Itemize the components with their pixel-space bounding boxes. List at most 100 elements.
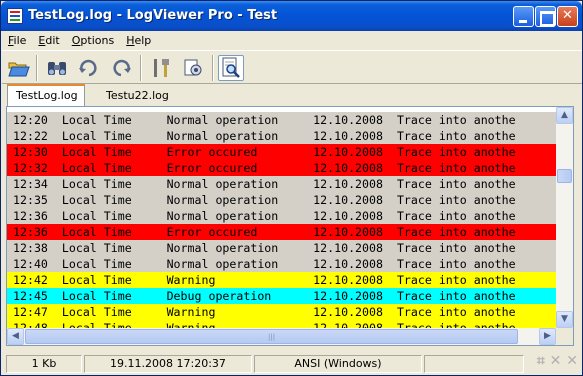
log-cell-detail: Trace into anothe xyxy=(396,193,516,207)
log-row[interactable]: 12:32 Local Time Error occured 12.10.200… xyxy=(7,160,557,176)
log-row[interactable]: 12:20 Local Time Normal operation 12.10.… xyxy=(7,112,557,128)
log-cell-message: Error occured xyxy=(166,145,314,159)
minimize-button[interactable] xyxy=(513,6,534,27)
log-cell-source: Local Time xyxy=(61,129,167,143)
log-cell-detail: Trace into anothe xyxy=(396,145,516,159)
log-cell-detail: Trace into anothe xyxy=(396,113,516,127)
log-cell-source: Local Time xyxy=(61,177,167,191)
log-cell-date: 12.10.2008 xyxy=(313,225,397,239)
properties-icon[interactable] xyxy=(180,55,206,81)
status-encoding: ANSI (Windows) xyxy=(254,355,422,373)
log-row[interactable]: 12:47 Local Time Warning 12.10.2008 Trac… xyxy=(7,304,557,320)
undo-icon[interactable] xyxy=(108,55,134,81)
status-datetime: 19.11.2008 17:20:37 xyxy=(84,355,252,373)
menu-bar: File Edit Options Help xyxy=(2,31,582,50)
log-cell-detail: Trace into anothe xyxy=(396,209,516,223)
log-cell-source: Local Time xyxy=(61,241,167,255)
window-title: TestLog.log - LogViewer Pro - Test xyxy=(28,8,278,23)
log-list: 12:20 Local Time Normal operation 12.10.… xyxy=(7,112,557,336)
scrollbar-corner xyxy=(556,328,573,345)
log-cell-date: 12.10.2008 xyxy=(313,113,397,127)
log-row[interactable]: 12:40 Local Time Normal operation 12.10.… xyxy=(7,256,557,272)
log-row[interactable]: 12:35 Local Time Normal operation 12.10.… xyxy=(7,192,557,208)
log-cell-time: 12:38 xyxy=(13,241,62,255)
close-button[interactable]: ✕ xyxy=(557,6,578,27)
log-row[interactable]: 12:30 Local Time Error occured 12.10.200… xyxy=(7,144,557,160)
log-cell-message: Normal operation xyxy=(166,193,314,207)
log-cell-message: Debug operation xyxy=(166,289,314,303)
log-cell-time: 12:36 xyxy=(13,225,62,239)
tab-testu22[interactable]: Testu22.log xyxy=(98,86,177,106)
log-cell-detail: Trace into anothe xyxy=(396,225,516,239)
log-cell-detail: Trace into anothe xyxy=(396,161,516,175)
vertical-scroll-thumb[interactable] xyxy=(557,169,572,183)
find-icon[interactable] xyxy=(218,55,244,81)
log-cell-date: 12.10.2008 xyxy=(313,305,397,319)
log-row[interactable]: 12:45 Local Time Debug operation 12.10.2… xyxy=(7,288,557,304)
maximize-button[interactable] xyxy=(535,6,556,27)
log-cell-message: Normal operation xyxy=(166,209,314,223)
log-row[interactable]: 12:36 Local Time Error occured 12.10.200… xyxy=(7,224,557,240)
refresh-icon[interactable] xyxy=(76,55,102,81)
log-cell-message: Normal operation xyxy=(166,129,314,143)
log-cell-detail: Trace into anothe xyxy=(396,305,516,319)
log-cell-date: 12.10.2008 xyxy=(313,209,397,223)
vertical-scrollbar[interactable]: ▲ ▼ xyxy=(556,107,573,328)
log-cell-time: 12:45 xyxy=(13,289,62,303)
tools-icon[interactable] xyxy=(148,55,174,81)
scroll-left-button[interactable]: ◀ xyxy=(7,328,24,345)
log-cell-source: Local Time xyxy=(61,145,167,159)
scroll-up-button[interactable]: ▲ xyxy=(556,107,573,124)
log-cell-source: Local Time xyxy=(61,257,167,271)
log-cell-time: 12:30 xyxy=(13,145,62,159)
log-cell-detail: Trace into anothe xyxy=(396,273,516,287)
log-cell-detail: Trace into anothe xyxy=(396,257,516,271)
status-bar: 1 Kb 19.11.2008 17:20:37 ANSI (Windows) … xyxy=(2,353,582,375)
menu-edit[interactable]: Edit xyxy=(38,34,59,47)
log-cell-source: Local Time xyxy=(61,161,167,175)
log-cell-time: 12:35 xyxy=(13,193,62,207)
log-cell-time: 12:34 xyxy=(13,177,62,191)
log-cell-source: Local Time xyxy=(61,209,167,223)
scroll-right-button[interactable]: ▶ xyxy=(539,328,556,345)
menu-options[interactable]: Options xyxy=(72,34,114,47)
log-cell-message: Error occured xyxy=(166,225,314,239)
log-cell-date: 12.10.2008 xyxy=(313,161,397,175)
log-cell-message: Warning xyxy=(166,273,314,287)
watermark-logo: ⌗ ✕ ✕ xyxy=(536,353,578,369)
menu-file[interactable]: File xyxy=(8,34,26,47)
log-row[interactable]: 12:36 Local Time Normal operation 12.10.… xyxy=(7,208,557,224)
log-cell-time: 12:32 xyxy=(13,161,62,175)
log-cell-source: Local Time xyxy=(61,113,167,127)
log-cell-date: 12.10.2008 xyxy=(313,241,397,255)
horizontal-scrollbar[interactable]: ◀ ||| ▶ xyxy=(7,328,556,345)
title-bar[interactable]: TestLog.log - LogViewer Pro - Test ✕ xyxy=(1,1,582,31)
log-cell-time: 12:22 xyxy=(13,129,62,143)
log-row[interactable]: 12:38 Local Time Normal operation 12.10.… xyxy=(7,240,557,256)
log-cell-message: Normal operation xyxy=(166,241,314,255)
tab-testlog[interactable]: TestLog.log xyxy=(7,84,85,106)
app-icon[interactable] xyxy=(7,8,23,24)
open-folder-icon[interactable] xyxy=(6,55,32,81)
log-row[interactable]: 12:22 Local Time Normal operation 12.10.… xyxy=(7,128,557,144)
log-cell-source: Local Time xyxy=(61,225,167,239)
log-row[interactable]: 12:34 Local Time Normal operation 12.10.… xyxy=(7,176,557,192)
horizontal-scroll-thumb[interactable]: ||| xyxy=(25,329,518,344)
log-view[interactable]: 12:20 Local Time Normal operation 12.10.… xyxy=(6,106,574,346)
scroll-down-button[interactable]: ▼ xyxy=(556,311,573,328)
log-cell-message: Warning xyxy=(166,305,314,319)
log-cell-message: Error occured xyxy=(166,161,314,175)
toolbar xyxy=(2,50,582,84)
log-row[interactable]: 12:42 Local Time Warning 12.10.2008 Trac… xyxy=(7,272,557,288)
binoculars-icon[interactable] xyxy=(44,55,70,81)
log-cell-message: Normal operation xyxy=(166,113,314,127)
log-cell-detail: Trace into anothe xyxy=(396,129,516,143)
status-size: 1 Kb xyxy=(6,355,82,373)
log-cell-time: 12:40 xyxy=(13,257,62,271)
log-cell-source: Local Time xyxy=(61,305,167,319)
menu-help[interactable]: Help xyxy=(126,34,151,47)
log-cell-message: Normal operation xyxy=(166,257,314,271)
log-cell-detail: Trace into anothe xyxy=(396,241,516,255)
log-cell-source: Local Time xyxy=(61,273,167,287)
log-cell-date: 12.10.2008 xyxy=(313,193,397,207)
